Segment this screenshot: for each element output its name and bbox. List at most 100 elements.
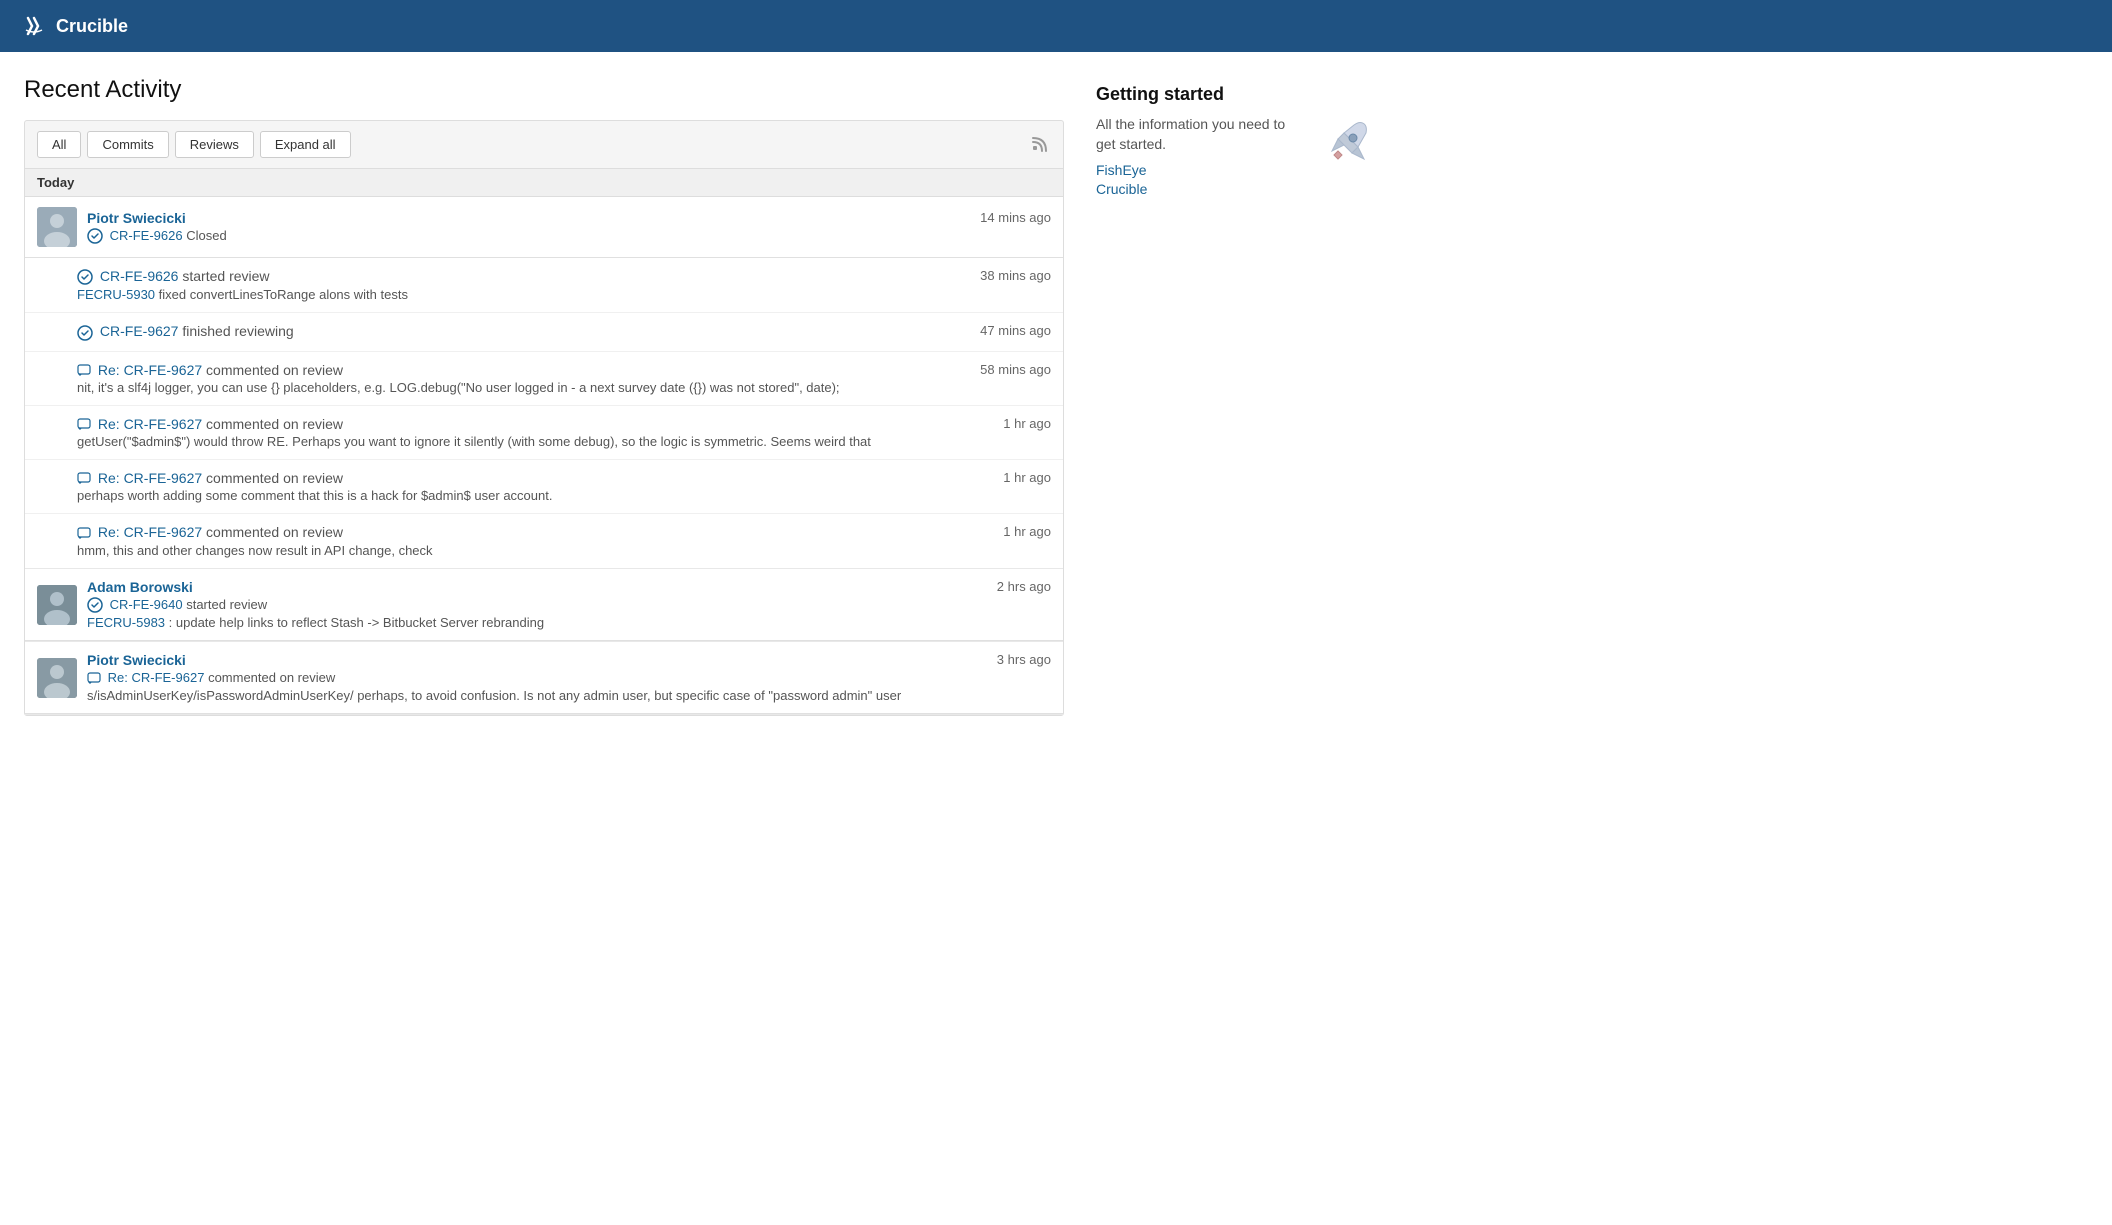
time-piotr-2: 3 hrs ago	[997, 652, 1051, 667]
commits-filter-button[interactable]: Commits	[87, 131, 168, 158]
user-header-content-piotr-2: Piotr Swiecicki Re: CR-FE-9627 commented…	[87, 652, 1051, 703]
activity-row-started-review: CR-FE-9626 started review FECRU-5930 fix…	[25, 258, 1063, 313]
user-header-main-piotr-1: Piotr Swiecicki CR-FE-9626 Closed	[87, 210, 1051, 245]
comment-ref-link-2[interactable]: Re: CR-FE-9627	[98, 416, 202, 432]
adam-commit-sub: FECRU-5983 : update help links to reflec…	[87, 615, 987, 630]
user-row-piotr-1: Piotr Swiecicki CR-FE-9626 Closed	[25, 197, 1063, 258]
review-link-cr-fe-9640[interactable]: CR-FE-9640	[110, 597, 183, 612]
user-header-text-piotr-2: Piotr Swiecicki Re: CR-FE-9627 commented…	[87, 652, 987, 703]
activity-content-comment-1: Re: CR-FE-9627 commented on review nit, …	[77, 362, 1051, 395]
comment-action-4: Re: CR-FE-9627 commented on review	[77, 524, 993, 540]
activity-main-comment-3: Re: CR-FE-9627 commented on review perha…	[77, 470, 1051, 503]
user-header-main-adam: Adam Borowski CR-FE-9640 started review	[87, 579, 1051, 631]
activity-content-finished: CR-FE-9627 finished reviewing 47 mins ag…	[77, 323, 1051, 340]
avatar-piotr-1	[37, 207, 77, 247]
sidebar-content: All the information you need to get star…	[1096, 115, 1376, 200]
activity-text-comment-4: Re: CR-FE-9627 commented on review hmm, …	[77, 524, 993, 557]
sidebar-description: All the information you need to get star…	[1096, 115, 1304, 154]
activity-row-comment-2: Re: CR-FE-9627 commented on review getUs…	[25, 406, 1063, 460]
review-link-cr-fe-9626-2[interactable]: CR-FE-9626	[100, 268, 179, 284]
activity-content-comment-3: Re: CR-FE-9627 commented on review perha…	[77, 470, 1051, 503]
commit-link-fecru-5983[interactable]: FECRU-5983	[87, 615, 165, 630]
user-header-text-adam: Adam Borowski CR-FE-9640 started review	[87, 579, 987, 631]
comment-action-3: Re: CR-FE-9627 commented on review	[77, 470, 993, 486]
comment-ref-link-1[interactable]: Re: CR-FE-9627	[98, 362, 202, 378]
date-header: Today	[25, 169, 1063, 197]
activity-main-comment-4: Re: CR-FE-9627 commented on review hmm, …	[77, 524, 1051, 557]
app-header: Crucible	[0, 0, 2112, 52]
comment-ref-piotr2[interactable]: Re: CR-FE-9627	[108, 670, 205, 685]
time-started: 38 mins ago	[980, 268, 1051, 283]
review-icon-adam	[87, 597, 103, 613]
time-finished: 47 mins ago	[980, 323, 1051, 338]
comment-icon-piotr2	[87, 672, 101, 686]
activity-row-comment-3: Re: CR-FE-9627 commented on review perha…	[25, 460, 1063, 514]
sidebar-link-fisheye[interactable]: FishEye	[1096, 162, 1304, 178]
user-row-piotr-2: Piotr Swiecicki Re: CR-FE-9627 commented…	[25, 642, 1063, 714]
time-comment-2: 1 hr ago	[1003, 416, 1051, 431]
rss-icon	[1031, 133, 1051, 153]
user-header-main-piotr-2: Piotr Swiecicki Re: CR-FE-9627 commented…	[87, 652, 1051, 703]
comment-msg-3: perhaps worth adding some comment that t…	[77, 488, 993, 503]
activity-row-comment-1: Re: CR-FE-9627 commented on review nit, …	[25, 352, 1063, 406]
review-link-cr-fe-9627-1[interactable]: CR-FE-9627	[100, 323, 179, 339]
logo[interactable]: Crucible	[20, 12, 128, 40]
activity-list: Today	[24, 168, 1064, 716]
activity-main-started: CR-FE-9626 started review FECRU-5930 fix…	[77, 268, 1051, 302]
rocket-icon	[1316, 115, 1376, 175]
main-container: Recent Activity All Commits Reviews Expa…	[0, 52, 1400, 740]
filter-buttons: All Commits Reviews Expand all	[37, 131, 351, 158]
activity-group-piotr-1: Piotr Swiecicki CR-FE-9626 Closed	[25, 197, 1063, 569]
comment-icon-3	[77, 472, 91, 486]
page-title: Recent Activity	[24, 76, 1064, 104]
comment-ref-link-3[interactable]: Re: CR-FE-9627	[98, 470, 202, 486]
reviews-filter-button[interactable]: Reviews	[175, 131, 254, 158]
activity-text-finished: CR-FE-9627 finished reviewing	[77, 323, 970, 340]
content-area: Recent Activity All Commits Reviews Expa…	[24, 76, 1064, 716]
time-comment-4: 1 hr ago	[1003, 524, 1051, 539]
logo-text: Crucible	[56, 16, 128, 37]
sidebar-link-crucible[interactable]: Crucible	[1096, 181, 1304, 197]
avatar-adam	[37, 585, 77, 625]
user-header-content-piotr-1: Piotr Swiecicki CR-FE-9626 Closed	[87, 210, 1051, 245]
activity-text-started: CR-FE-9626 started review FECRU-5930 fix…	[77, 268, 970, 302]
comment-msg-2: getUser("$admin$") would throw RE. Perha…	[77, 434, 993, 449]
user-name-adam[interactable]: Adam Borowski	[87, 579, 193, 595]
time-comment-1: 58 mins ago	[980, 362, 1051, 377]
action-adam: started review	[186, 597, 267, 612]
sidebar-title: Getting started	[1096, 84, 1376, 105]
all-filter-button[interactable]: All	[37, 131, 81, 158]
activity-text-comment-1: Re: CR-FE-9627 commented on review nit, …	[77, 362, 970, 395]
expand-all-button[interactable]: Expand all	[260, 131, 351, 158]
comment-icon-1	[77, 364, 91, 378]
commit-sub-started: FECRU-5930 fixed convertLinesToRange alo…	[77, 287, 970, 302]
commit-link-fecru-5930[interactable]: FECRU-5930	[77, 287, 155, 302]
avatar-image-adam	[37, 585, 77, 625]
activity-row-comment-4: Re: CR-FE-9627 commented on review hmm, …	[25, 514, 1063, 567]
activity-content-comment-4: Re: CR-FE-9627 commented on review hmm, …	[77, 524, 1051, 557]
activity-content-started: CR-FE-9626 started review FECRU-5930 fix…	[77, 268, 1051, 302]
comment-msg-4: hmm, this and other changes now result i…	[77, 543, 993, 558]
comment-icon-4	[77, 527, 91, 541]
piotr2-msg: s/isAdminUserKey/isPasswordAdminUserKey/…	[87, 688, 987, 703]
activity-group-adam: Adam Borowski CR-FE-9640 started review	[25, 569, 1063, 643]
sidebar: Getting started All the information you …	[1096, 76, 1376, 716]
action-started-text: started review	[182, 268, 269, 284]
activity-main-comment-1: Re: CR-FE-9627 commented on review nit, …	[77, 362, 1051, 395]
rocket-icon-container	[1316, 115, 1376, 178]
filter-bar: All Commits Reviews Expand all	[24, 120, 1064, 168]
commit-msg-fecru-5983: : update help links to reflect Stash -> …	[169, 615, 544, 630]
activity-main-finished: CR-FE-9627 finished reviewing 47 mins ag…	[77, 323, 1051, 340]
review-icon-1	[87, 228, 103, 244]
time-comment-3: 1 hr ago	[1003, 470, 1051, 485]
comment-action-1: Re: CR-FE-9627 commented on review	[77, 362, 970, 378]
sidebar-text: All the information you need to get star…	[1096, 115, 1304, 200]
user-name-piotr-2[interactable]: Piotr Swiecicki	[87, 652, 186, 668]
review-link-cr-fe-9626-1[interactable]: CR-FE-9626	[110, 228, 183, 243]
avatar-piotr-2	[37, 658, 77, 698]
user-name-piotr-1[interactable]: Piotr Swiecicki	[87, 210, 186, 226]
comment-ref-link-4[interactable]: Re: CR-FE-9627	[98, 524, 202, 540]
comment-msg-1: nit, it's a slf4j logger, you can use {}…	[77, 380, 970, 395]
comment-action-2: Re: CR-FE-9627 commented on review	[77, 416, 993, 432]
rss-button[interactable]	[1031, 133, 1051, 156]
